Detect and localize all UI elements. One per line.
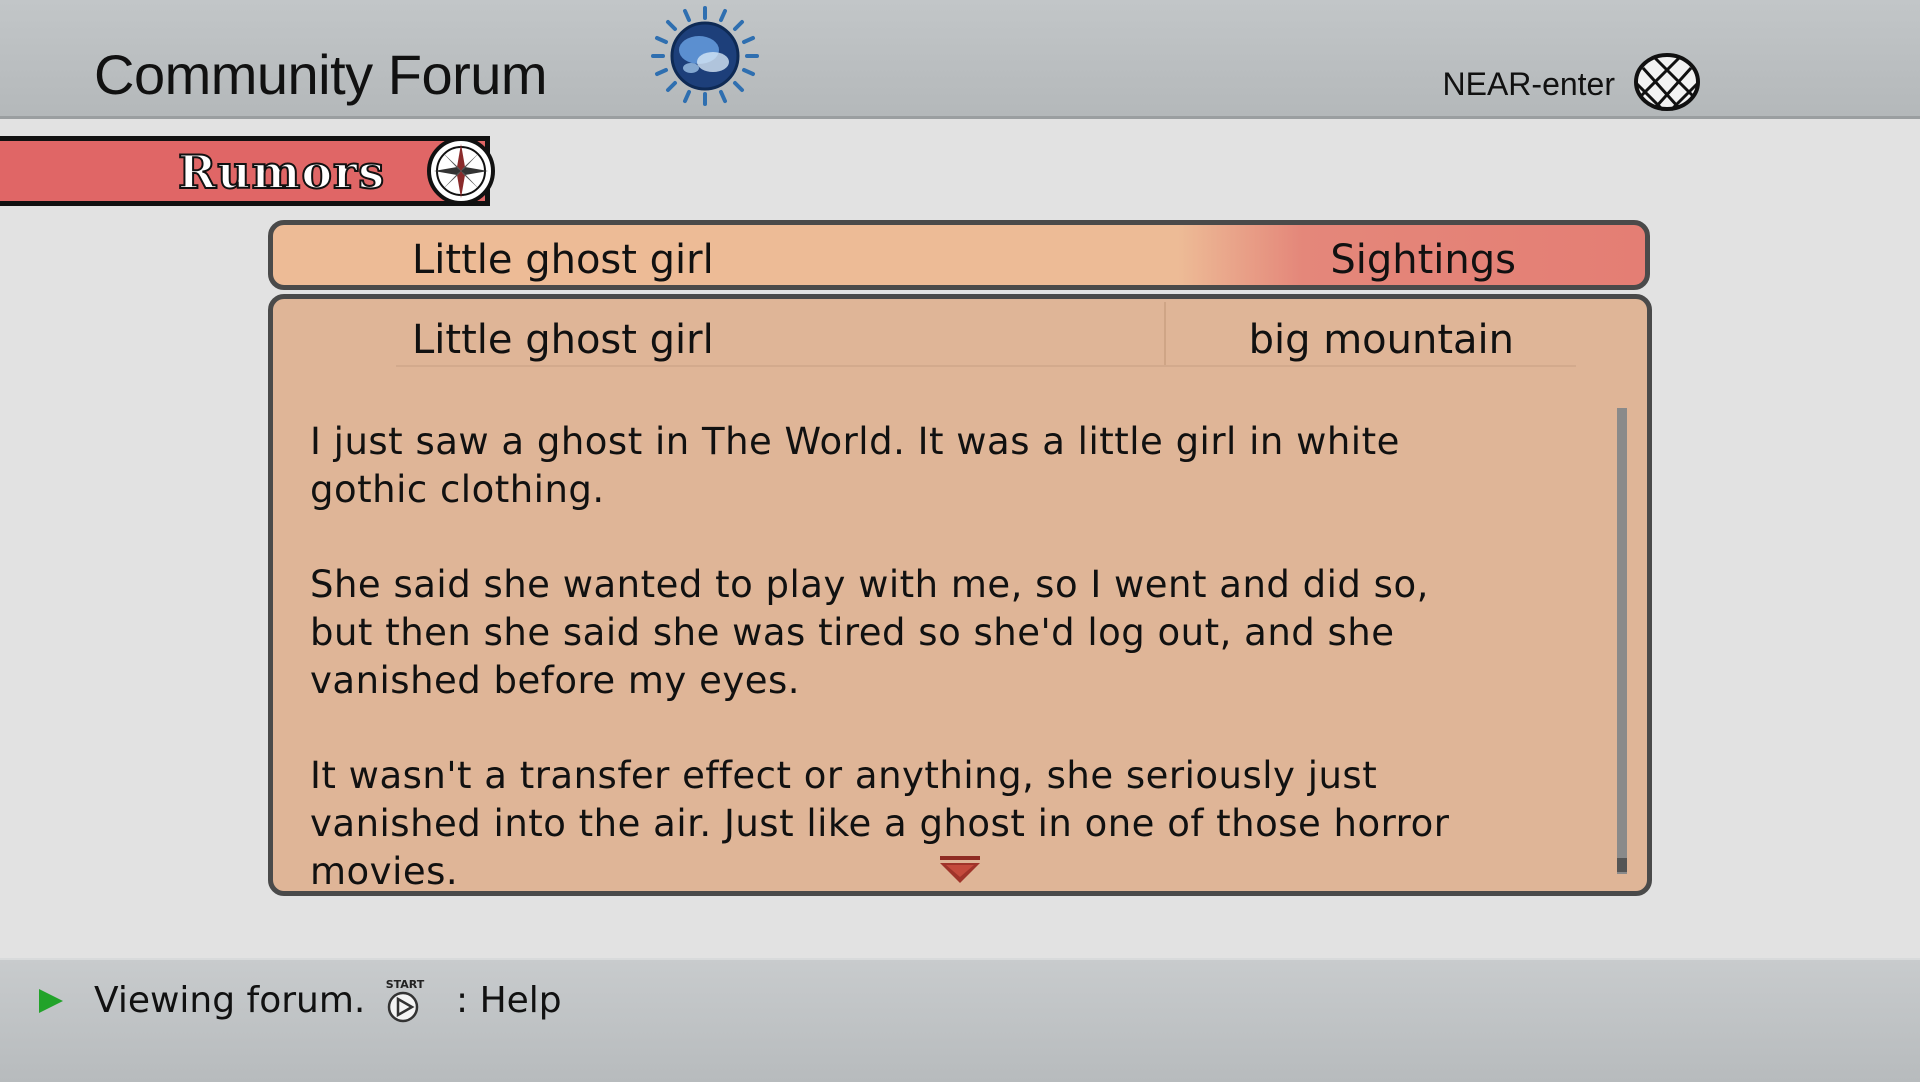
- status-text: Viewing forum.: [94, 980, 366, 1021]
- post-subject: Little ghost girl: [412, 317, 714, 363]
- start-button-icon: START: [386, 978, 425, 1023]
- compass-rose-icon: [427, 137, 495, 205]
- post-author: big mountain: [1248, 317, 1514, 363]
- category-label: Rumors: [177, 144, 386, 200]
- page-title: Community Forum: [94, 43, 548, 106]
- post-paragraph: It wasn't a transfer effect or anything,…: [310, 754, 1450, 893]
- help-hint: : Help: [456, 980, 562, 1021]
- user-name: NEAR-enter: [1442, 66, 1616, 102]
- post-paragraph: She said she wanted to play with me, so …: [310, 563, 1429, 702]
- post-header-underline: [396, 365, 1576, 367]
- wire-globe-icon: [1634, 53, 1700, 112]
- post-body: I just saw a ghost in The World. It was …: [310, 418, 1470, 943]
- scrollbar-thumb[interactable]: [1617, 858, 1627, 872]
- thread-category: Sightings: [1330, 237, 1516, 283]
- thread-title: Little ghost girl: [412, 237, 714, 283]
- spinning-globe-icon: [651, 6, 759, 106]
- post-paragraph: I just saw a ghost in The World. It was …: [310, 420, 1400, 511]
- start-button-label: START: [386, 978, 425, 991]
- post-header-divider: [1164, 302, 1166, 366]
- scroll-down-arrow-icon[interactable]: [938, 855, 982, 885]
- scrollbar-track[interactable]: [1617, 408, 1627, 874]
- play-arrow-icon: [39, 989, 63, 1013]
